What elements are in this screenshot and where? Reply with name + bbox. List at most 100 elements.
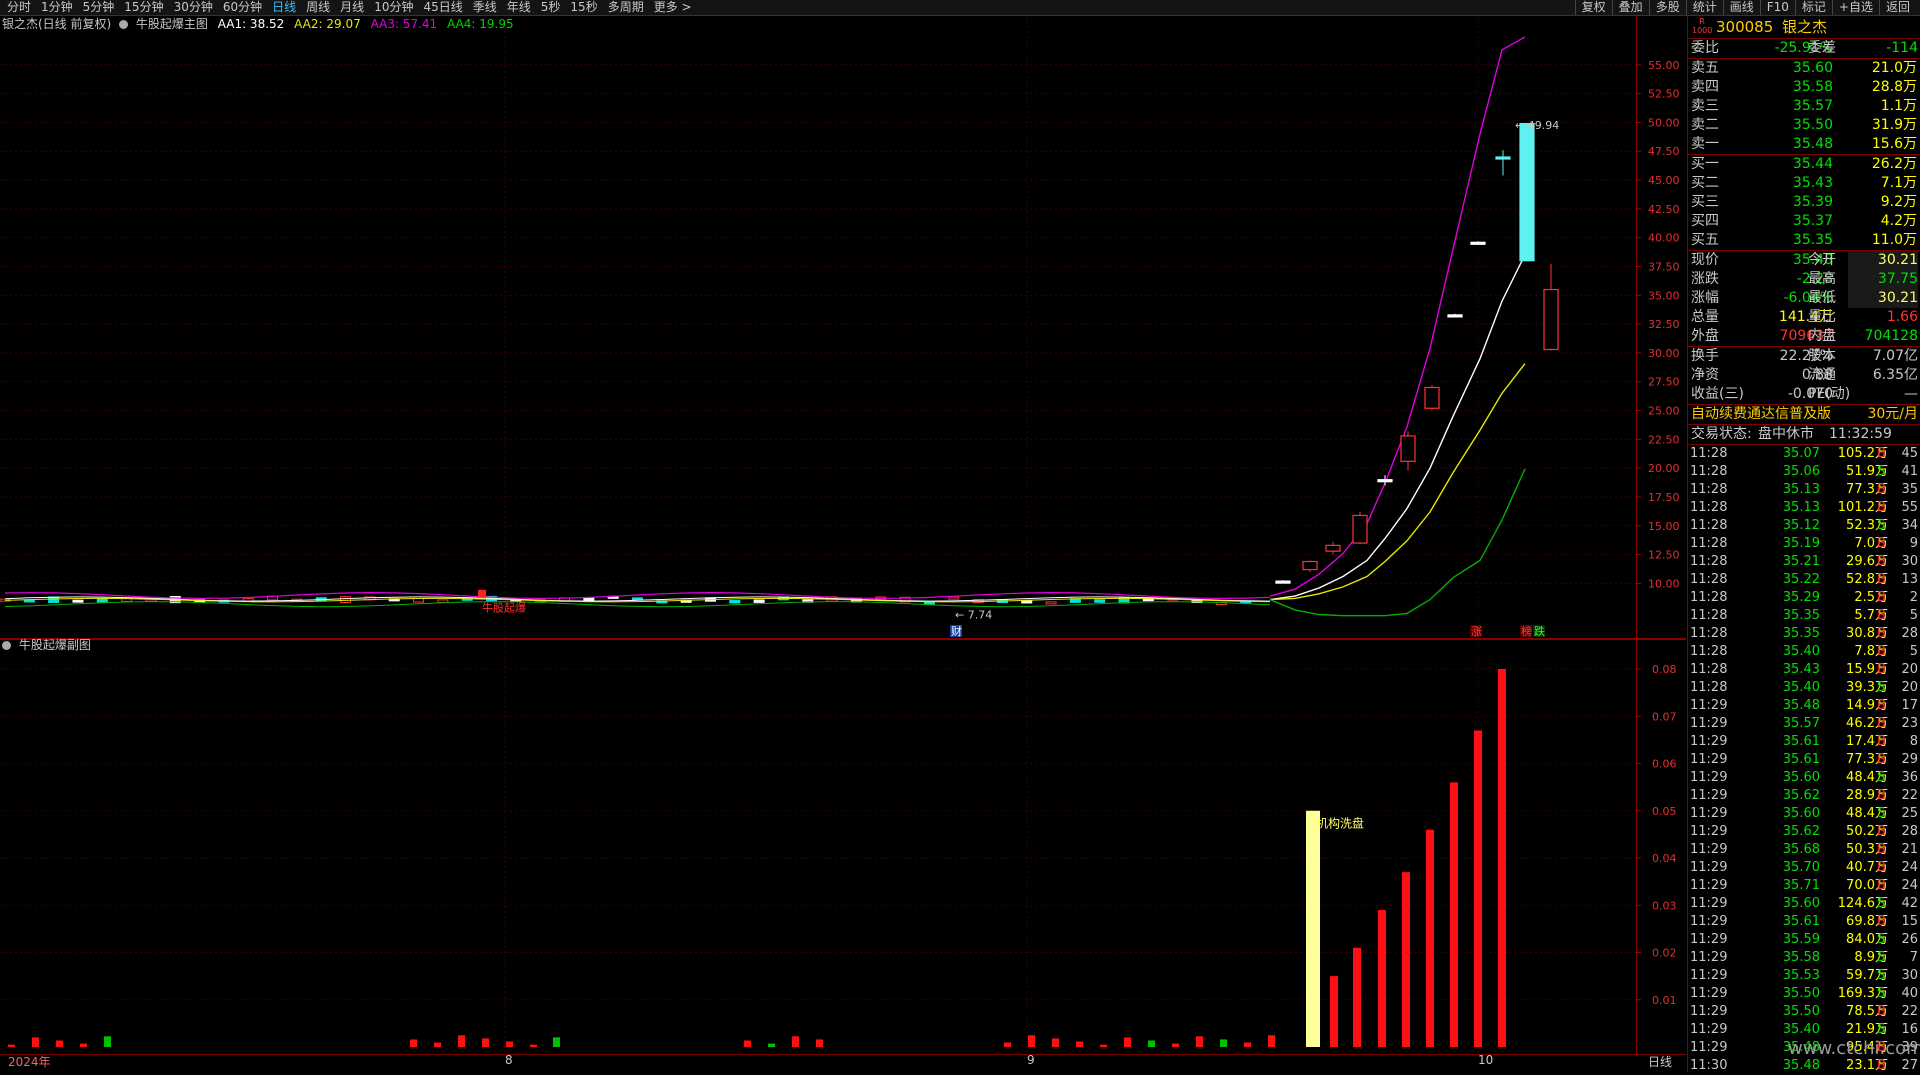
- period-tab[interactable]: 15分钟: [119, 0, 168, 15]
- tick-count: 42: [1901, 896, 1918, 911]
- tool-button[interactable]: 统计: [1685, 0, 1723, 15]
- bids-label: 买二: [1691, 175, 1719, 191]
- finance-value-2: 7.07亿: [1872, 348, 1918, 364]
- y-tick-label: 37.50: [1648, 260, 1680, 273]
- period-tab[interactable]: 60分钟: [218, 0, 267, 15]
- period-tab[interactable]: 日线: [267, 0, 301, 15]
- period-tab[interactable]: 年线: [502, 0, 536, 15]
- asks-volume: 21.0万: [1871, 60, 1917, 76]
- period-tab[interactable]: 1分钟: [36, 0, 78, 15]
- period-tab[interactable]: 周线: [301, 0, 335, 15]
- tick-row: 11:29 35.60 124.6万 S 42: [1688, 895, 1920, 913]
- tick-row: 11:29 35.40 21.9万 S 16: [1688, 1021, 1920, 1039]
- candle-body: [1519, 122, 1535, 262]
- tool-button[interactable]: 标记: [1794, 0, 1832, 15]
- tick-row: 11:28 35.22 52.8万 B 13: [1688, 571, 1920, 589]
- tool-button[interactable]: +自选: [1831, 0, 1879, 15]
- tick-count: 25: [1901, 806, 1918, 821]
- tick-count: 27: [1901, 1058, 1918, 1073]
- tool-button[interactable]: 返回: [1878, 0, 1916, 15]
- sub-indicator-toggle-icon[interactable]: [2, 641, 11, 650]
- y-tick-label: 12.50: [1648, 549, 1680, 562]
- tick-time: 11:29: [1690, 896, 1728, 911]
- tick-side: B: [1877, 788, 1886, 803]
- y-tick-label: 42.50: [1648, 203, 1680, 216]
- tick-time: 11:29: [1690, 878, 1728, 893]
- history-sub-bar: [1076, 1041, 1083, 1047]
- y-tick-label: 47.50: [1648, 145, 1680, 158]
- peak-price-label: ← 49.94: [1515, 119, 1559, 132]
- promo-row[interactable]: 自动续费通达信普及版 30元/月: [1688, 405, 1920, 425]
- sub-bar: [1474, 730, 1482, 1047]
- date-axis-bar: [0, 1054, 1686, 1073]
- tick-time: 11:29: [1690, 806, 1728, 821]
- period-tab[interactable]: 15秒: [565, 0, 602, 15]
- tick-side: B: [1877, 500, 1886, 515]
- sub-indicator-name[interactable]: 牛股起爆副图: [19, 638, 91, 652]
- finance-row: 换手 22.27% 股本 7.07亿: [1688, 347, 1920, 366]
- tick-time: 11:28: [1690, 608, 1728, 623]
- asks-volume: 15.6万: [1871, 136, 1917, 152]
- y-tick-label: 0.01: [1652, 994, 1677, 1007]
- tick-side: B: [1877, 716, 1886, 731]
- y-tick-label: 22.50: [1648, 433, 1680, 446]
- finance-row: 收益(三) -0.070 PE(动) —: [1688, 385, 1920, 404]
- kline-chart[interactable]: 10.00 12.50 15.00 17.50 20.00 22.50 25.00 27.50…: [0, 16, 1686, 1054]
- x-label-year: 2024年: [8, 1055, 51, 1069]
- tick-list[interactable]: 11:28 35.07 105.2万 B 45 11:28 35.06 51.9万…: [1688, 445, 1920, 1075]
- tick-time: 11:28: [1690, 626, 1728, 641]
- tick-side: B: [1877, 554, 1886, 569]
- tick-count: 7: [1909, 950, 1918, 965]
- period-button[interactable]: 日线: [1648, 1053, 1672, 1070]
- tick-count: 20: [1901, 680, 1918, 695]
- tick-row: 11:28 35.19 7.0万 B 9: [1688, 535, 1920, 553]
- tick-row: 11:28 35.13 101.2万 B 55: [1688, 499, 1920, 517]
- asks-row: 卖三 35.57 1.1万: [1688, 97, 1920, 116]
- indicator-toggle-icon[interactable]: [119, 20, 129, 29]
- history-sub-bar: [8, 1044, 15, 1047]
- tool-button[interactable]: 多股: [1648, 0, 1686, 15]
- indicator-name[interactable]: 牛股起爆主图: [136, 17, 208, 31]
- asks-volume: 31.9万: [1871, 117, 1917, 133]
- tick-count: 29: [1901, 752, 1918, 767]
- history-sub-bar: [32, 1037, 39, 1047]
- tick-side: B: [1877, 914, 1886, 929]
- quote-row: 涨跌 -2.28 最高 37.75: [1688, 270, 1920, 289]
- tick-count: 55: [1901, 500, 1918, 515]
- history-candle: [948, 596, 960, 600]
- bids-row: 买三 35.39 9.2万: [1688, 193, 1920, 212]
- period-tab[interactable]: 更多 >: [649, 0, 697, 15]
- tick-side: S: [1877, 950, 1886, 965]
- period-tab[interactable]: 多周期: [603, 0, 649, 15]
- sub-bar: [1450, 782, 1458, 1047]
- tool-button[interactable]: 叠加: [1611, 0, 1649, 15]
- history-candle: [632, 597, 643, 601]
- sub-pane-divider: [0, 639, 1686, 640]
- period-tab[interactable]: 分时: [2, 0, 36, 15]
- tick-time: 11:29: [1690, 770, 1728, 785]
- tick-side: S: [1877, 680, 1886, 695]
- history-sub-bar: [744, 1040, 751, 1047]
- tool-button[interactable]: 复权: [1574, 0, 1612, 15]
- candle-body: [1470, 241, 1486, 245]
- period-tab[interactable]: 季线: [468, 0, 502, 15]
- tick-row: 11:29 35.48 14.9万 B 17: [1688, 697, 1920, 715]
- quote-label: 涨跌: [1691, 271, 1719, 287]
- y-tick-label: 0.07: [1652, 710, 1677, 723]
- period-tab[interactable]: 30分钟: [169, 0, 218, 15]
- period-tab[interactable]: 5秒: [536, 0, 566, 15]
- period-tab[interactable]: 5分钟: [78, 0, 120, 15]
- tick-row: 11:28 35.21 29.6万 B 30: [1688, 553, 1920, 571]
- tool-button[interactable]: F10: [1759, 0, 1795, 15]
- period-tab[interactable]: 10分钟: [369, 0, 418, 15]
- tick-count: 8: [1909, 734, 1918, 749]
- tick-price: 35.61: [1782, 752, 1820, 767]
- period-tab[interactable]: 月线: [335, 0, 369, 15]
- event-marker-bang: 榜: [1521, 624, 1532, 638]
- period-tab[interactable]: 45日线: [418, 0, 467, 15]
- asks-price: 35.58: [1792, 79, 1833, 95]
- tool-button[interactable]: 画线: [1722, 0, 1760, 15]
- tick-row: 11:29 35.68 50.3万 B 21: [1688, 841, 1920, 859]
- asks-label: 卖四: [1691, 79, 1719, 95]
- tick-count: 24: [1901, 878, 1918, 893]
